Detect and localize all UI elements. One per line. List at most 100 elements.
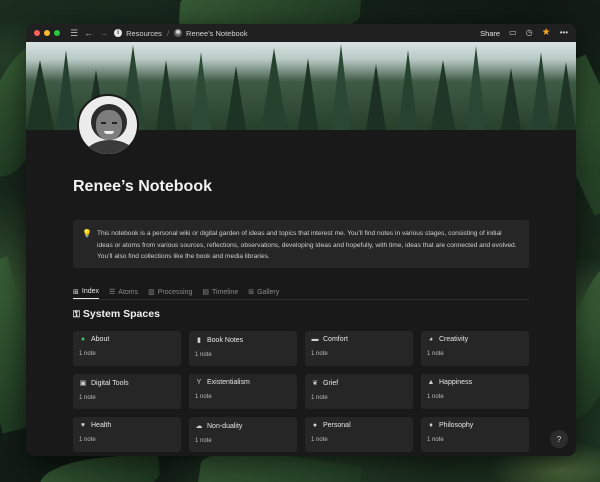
menu-icon[interactable]: ☰ bbox=[70, 28, 78, 38]
info-circle-icon: i bbox=[114, 29, 123, 37]
leaf-icon: ❦ bbox=[312, 380, 318, 387]
spaces-gallery: ● About 1 note ▮ Book Notes 1 note ▬ Comfor… bbox=[73, 331, 529, 452]
leaf-decoration bbox=[38, 451, 162, 482]
tab-gallery[interactable]: ⊞ Gallery bbox=[248, 285, 279, 299]
card-about[interactable]: ● About 1 note bbox=[73, 331, 181, 366]
card-creativity[interactable]: ◕ Creativity 1 note bbox=[421, 331, 529, 366]
card-title: Philosophy bbox=[439, 422, 474, 429]
page-title[interactable]: Renee’s Notebook bbox=[73, 130, 529, 220]
card-title: Happiness bbox=[439, 379, 473, 386]
tab-label: Index bbox=[81, 288, 99, 295]
history-icon[interactable]: ◷ bbox=[526, 29, 533, 37]
grid-icon: ⊞ bbox=[73, 288, 79, 296]
section-title: ⚿ System Spaces bbox=[73, 306, 529, 322]
breadcrumb-label: Renee’s Notebook bbox=[186, 28, 248, 38]
card-title: Existentialism bbox=[207, 379, 250, 386]
tree-shape bbox=[56, 50, 76, 130]
close-window-button[interactable] bbox=[34, 30, 40, 36]
zoom-window-button[interactable] bbox=[54, 30, 60, 36]
card-count: 1 note bbox=[427, 394, 444, 400]
card-happiness[interactable]: ▲ Happiness 1 note bbox=[421, 374, 529, 409]
card-count: 1 note bbox=[427, 437, 444, 443]
card-count: 1 note bbox=[311, 437, 328, 443]
board-icon: ▥ bbox=[148, 289, 155, 296]
card-philosophy[interactable]: ♦ Philosophy 1 note bbox=[421, 417, 529, 452]
tab-label: Timeline bbox=[212, 288, 239, 296]
tab-index[interactable]: ⊞ Index bbox=[73, 285, 99, 299]
tab-atoms[interactable]: ☰ Atoms bbox=[109, 285, 138, 299]
tree-shape bbox=[156, 60, 176, 130]
card-book-notes[interactable]: ▮ Book Notes 1 note bbox=[189, 331, 297, 366]
avatar-face bbox=[96, 110, 122, 140]
callout-text: This notebook is a personal wiki or digi… bbox=[97, 230, 517, 261]
share-button[interactable]: Share bbox=[480, 29, 500, 38]
avatar-eye bbox=[112, 122, 117, 124]
tree-shape bbox=[556, 62, 576, 130]
notion-window: ☰ ← → i Resources / Renee’s Notebook Sha… bbox=[26, 24, 576, 456]
list-icon: ☰ bbox=[109, 289, 116, 296]
tab-label: Gallery bbox=[257, 288, 280, 296]
card-count: 1 note bbox=[311, 351, 328, 357]
avatar-smile bbox=[104, 131, 114, 134]
sofa-icon: ▬ bbox=[311, 336, 319, 343]
tree-shape bbox=[366, 64, 386, 130]
window-controls bbox=[34, 30, 60, 36]
more-icon[interactable]: ••• bbox=[560, 29, 568, 37]
card-comfort[interactable]: ▬ Comfort 1 note bbox=[305, 331, 413, 366]
avatar-eye bbox=[101, 122, 106, 124]
tree-shape bbox=[298, 58, 318, 130]
tree-shape bbox=[398, 50, 418, 130]
back-arrow-icon[interactable]: ← bbox=[84, 28, 93, 38]
card-title: Digital Tools bbox=[91, 379, 129, 387]
forward-arrow-icon[interactable]: → bbox=[99, 28, 108, 38]
cloud-icon: ☁ bbox=[195, 423, 203, 430]
breadcrumb-label: Resources bbox=[126, 28, 162, 38]
tree-shape bbox=[261, 48, 287, 130]
card-title: Personal bbox=[323, 422, 351, 429]
help-button[interactable]: ? bbox=[550, 430, 568, 448]
card-health[interactable]: ♥ Health 1 note bbox=[73, 417, 181, 452]
page-content: Renee’s Notebook 💡 This notebook is a pe… bbox=[26, 94, 576, 452]
card-title: Book Notes bbox=[207, 336, 244, 344]
avatar-shoulders bbox=[85, 140, 135, 154]
tab-timeline[interactable]: ▤ Timeline bbox=[202, 285, 238, 299]
titlebar-actions: Share ▭ ◷ ★ ••• bbox=[480, 28, 568, 38]
breadcrumb-resources[interactable]: i Resources bbox=[114, 29, 162, 38]
card-non-duality[interactable]: ☁ Non-duality 1 note bbox=[189, 417, 297, 452]
tree-shape bbox=[331, 44, 351, 130]
goblet-icon: Y bbox=[196, 379, 202, 386]
card-count: 1 note bbox=[311, 395, 328, 401]
section-title-label: System Spaces bbox=[82, 308, 160, 320]
person-icon: ● bbox=[80, 336, 86, 343]
lightbulb-icon: ♦ bbox=[429, 422, 433, 429]
gallery-icon: ⊞ bbox=[248, 289, 255, 296]
timeline-icon: ▤ bbox=[202, 289, 210, 296]
star-icon[interactable]: ★ bbox=[542, 28, 551, 38]
minimize-window-button[interactable] bbox=[44, 30, 50, 36]
card-count: 1 note bbox=[195, 438, 212, 444]
card-personal[interactable]: ● Personal 1 note bbox=[305, 417, 413, 452]
tree-shape bbox=[191, 52, 211, 130]
comment-icon[interactable]: ▭ bbox=[509, 29, 517, 37]
intro-callout[interactable]: 💡 This notebook is a personal wiki or di… bbox=[73, 220, 529, 268]
tree-shape bbox=[26, 60, 54, 130]
tab-label: Processing bbox=[157, 288, 193, 296]
card-title: Comfort bbox=[323, 336, 348, 343]
card-title: Non-duality bbox=[207, 422, 243, 430]
palette-icon: ◕ bbox=[428, 336, 434, 343]
card-count: 1 note bbox=[195, 352, 212, 358]
breadcrumb-notebook[interactable]: Renee’s Notebook bbox=[174, 29, 248, 38]
card-grief[interactable]: ❦ Grief 1 note bbox=[305, 374, 413, 409]
bookmark-icon: ▮ bbox=[197, 337, 201, 344]
card-digital-tools[interactable]: ▣ Digital Tools 1 note bbox=[73, 374, 181, 409]
heart-icon: ♥ bbox=[80, 422, 86, 429]
tab-processing[interactable]: ▥ Processing bbox=[148, 285, 192, 299]
person-key-icon: ⚿ bbox=[73, 308, 80, 319]
card-existentialism[interactable]: Y Existentialism 1 note bbox=[189, 374, 297, 409]
card-title: Grief bbox=[323, 379, 339, 387]
page-icon-avatar[interactable] bbox=[77, 94, 139, 156]
card-title: Creativity bbox=[439, 336, 469, 343]
tree-shape bbox=[431, 60, 455, 130]
tree-shape bbox=[226, 66, 246, 130]
lightbulb-icon: 💡 bbox=[82, 229, 92, 238]
